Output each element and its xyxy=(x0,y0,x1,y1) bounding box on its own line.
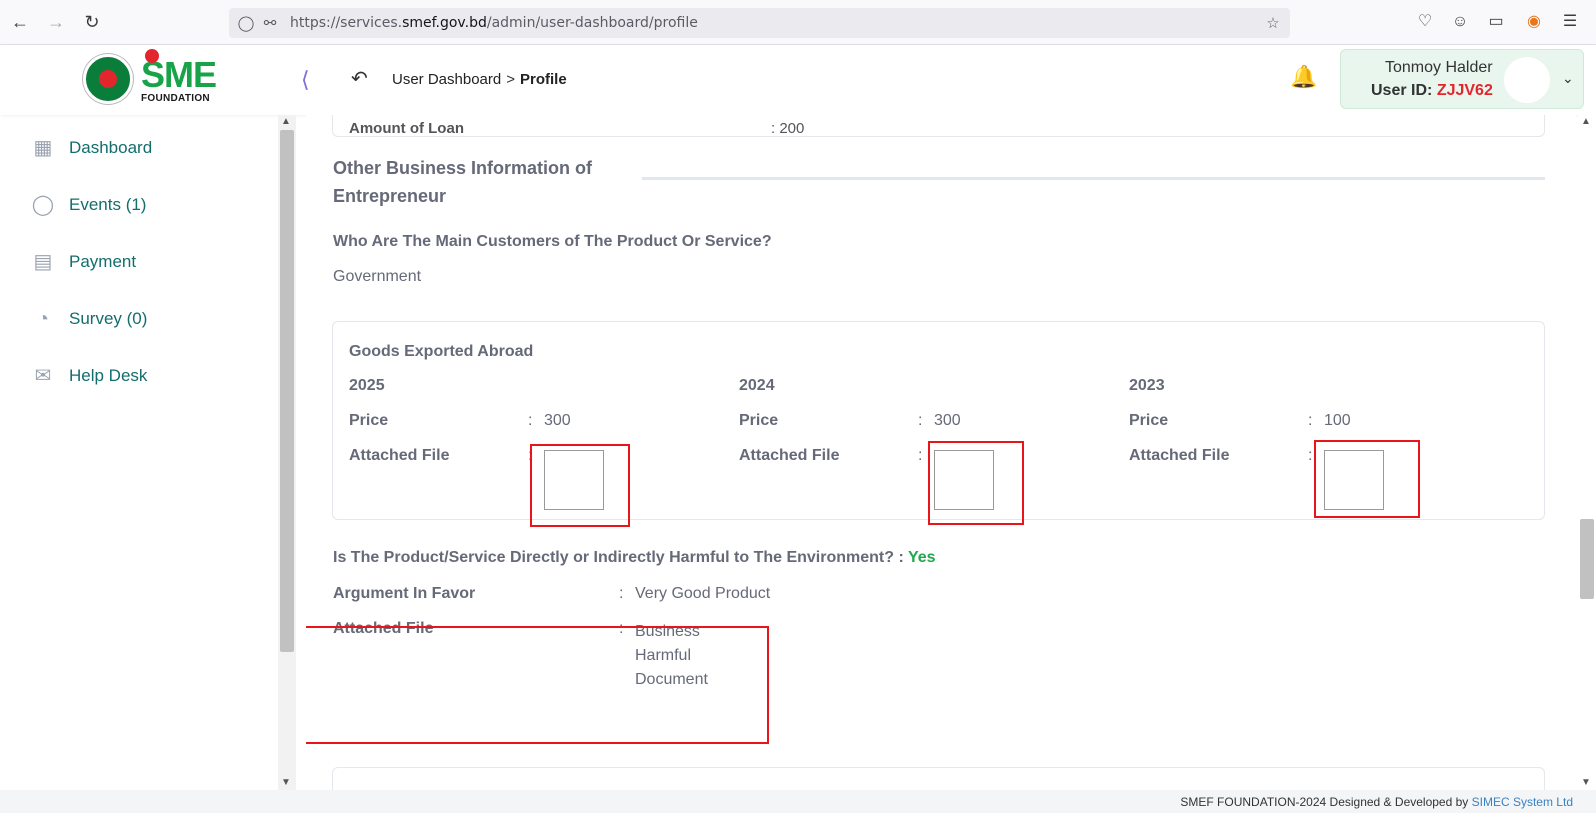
attached-file-label: Attached File xyxy=(1129,447,1230,464)
extensions-icon[interactable]: ▭ xyxy=(1486,12,1506,32)
notification-bell-icon[interactable]: 🔔 xyxy=(1290,64,1317,90)
loan-amount-value: : 200 xyxy=(771,120,805,137)
page-scrollbar-thumb[interactable] xyxy=(1580,519,1594,599)
price-label: Price xyxy=(1129,412,1169,429)
sidebar-collapse-icon[interactable]: ⟨ xyxy=(301,67,310,93)
avatar[interactable] xyxy=(1504,57,1550,103)
argument-label: Argument In Favor xyxy=(333,585,476,602)
scroll-up-arrow-icon[interactable]: ▲ xyxy=(1581,116,1591,127)
money-icon: ▤ xyxy=(33,251,53,273)
goods-title: Goods Exported Abroad xyxy=(349,343,534,360)
highlight-box xyxy=(306,626,769,744)
sidebar-item-label: Help Desk xyxy=(69,366,148,385)
grid-icon: ▦ xyxy=(33,137,53,159)
reload-icon[interactable]: ↻ xyxy=(82,12,102,32)
undo-back-icon[interactable]: ↶ xyxy=(351,66,368,91)
breadcrumb-parent[interactable]: User Dashboard xyxy=(392,71,501,88)
price-value: 300 xyxy=(544,412,571,429)
shield-icon[interactable]: ◯ xyxy=(237,14,255,32)
footer-developer-link[interactable]: SIMEC System Ltd xyxy=(1472,795,1573,809)
menu-icon[interactable]: ☰ xyxy=(1560,12,1580,32)
year-label: 2023 xyxy=(1129,377,1165,394)
padlock-icon[interactable]: ⚯ xyxy=(261,14,279,32)
loan-card: Amount of Loan : 200 xyxy=(332,115,1545,137)
pocket-icon[interactable]: ♡ xyxy=(1415,12,1435,32)
app-header: SME FOUNDATION ⟨ ↶ User Dashboard > Profil… xyxy=(0,45,1596,115)
sidebar-item-dashboard[interactable]: ▦ Dashboard xyxy=(31,133,153,163)
scroll-down-arrow-icon[interactable]: ▼ xyxy=(1581,777,1591,788)
loan-amount-label: Amount of Loan xyxy=(349,120,464,137)
breadcrumb-current: Profile xyxy=(519,71,567,88)
customers-question: Who Are The Main Customers of The Produc… xyxy=(333,233,772,250)
price-value: 100 xyxy=(1324,412,1351,429)
section-title: Other Business Information of Entreprene… xyxy=(333,158,593,206)
browser-toolbar: ← → ↻ ◯ ⚯ https://services.smef.gov.bd/a… xyxy=(0,0,1596,45)
scroll-up-arrow-icon[interactable]: ▲ xyxy=(281,116,291,127)
year-label: 2025 xyxy=(349,377,385,394)
sidebar-item-label: Dashboard xyxy=(69,138,153,157)
next-card xyxy=(332,767,1545,790)
colon: : xyxy=(918,412,923,429)
sidebar-scrollbar-thumb[interactable] xyxy=(280,130,294,652)
user-name: Tonmoy Halder xyxy=(1385,59,1493,76)
highlight-box xyxy=(530,444,630,527)
url-text[interactable]: https://services.smef.gov.bd/admin/user-… xyxy=(290,15,698,31)
sidebar-item-label: Survey (0) xyxy=(69,309,148,328)
colon: : xyxy=(918,447,923,464)
highlight-box xyxy=(1314,440,1420,518)
price-label: Price xyxy=(349,412,389,429)
sidebar-item-payment[interactable]: ▤ Payment xyxy=(31,247,137,277)
highlight-box xyxy=(928,441,1024,525)
user-menu[interactable]: Tonmoy Halder User ID: ZJJV62 ⌄ xyxy=(1340,49,1584,109)
attached-file-label: Attached File xyxy=(349,447,450,464)
argument-value: Very Good Product xyxy=(635,585,771,602)
breadcrumb-separator: > xyxy=(506,71,515,88)
sidebar-item-label: Events (1) xyxy=(69,195,147,214)
scroll-down-arrow-icon[interactable]: ▼ xyxy=(281,777,291,788)
mail-icon: ✉ xyxy=(34,365,52,387)
attached-file-label: Attached File xyxy=(739,447,840,464)
bookmark-star-icon[interactable]: ☆ xyxy=(1264,14,1282,32)
footer-text: SMEF FOUNDATION-2024 Designed & Develope… xyxy=(1180,795,1573,809)
forward-arrow-icon[interactable]: → xyxy=(46,12,66,32)
sme-logo[interactable]: SME xyxy=(141,49,217,93)
colon: : xyxy=(528,412,533,429)
page-scrollbar[interactable] xyxy=(1578,115,1596,790)
price-value: 300 xyxy=(934,412,961,429)
colon: : xyxy=(619,585,624,602)
address-bar[interactable]: ◯ ⚯ https://services.smef.gov.bd/admin/u… xyxy=(229,8,1290,38)
sidebar-item-survey[interactable]: ◔ Survey (0) xyxy=(31,304,147,334)
back-arrow-icon[interactable]: ← xyxy=(10,12,30,32)
sidebar-item-events[interactable]: ◯ Events (1) xyxy=(31,190,147,220)
main-content: Amount of Loan : 200 Other Business Info… xyxy=(306,115,1576,790)
section-divider xyxy=(642,177,1545,180)
year-label: 2024 xyxy=(739,377,775,394)
colon: : xyxy=(1308,412,1313,429)
price-label: Price xyxy=(739,412,779,429)
breadcrumb: User Dashboard > Profile xyxy=(392,71,567,88)
lock-circle-icon: ◯ xyxy=(31,194,55,216)
harm-answer: Yes xyxy=(907,549,936,566)
user-id: User ID: ZJJV62 xyxy=(1371,82,1493,99)
harm-question: Is The Product/Service Directly or Indir… xyxy=(333,549,936,566)
sidebar: ▦ Dashboard ◯ Events (1) ▤ Payment ◔ Sur… xyxy=(6,123,272,790)
logo-subtext: FOUNDATION xyxy=(141,93,210,104)
government-emblem-logo xyxy=(83,54,133,104)
chevron-down-icon[interactable]: ⌄ xyxy=(1562,70,1574,87)
customers-answer: Government xyxy=(333,268,422,285)
account-icon[interactable]: ☺ xyxy=(1450,12,1470,32)
pie-chart-icon: ◔ xyxy=(36,308,50,330)
footer: SMEF FOUNDATION-2024 Designed & Develope… xyxy=(0,790,1596,813)
extension-badge-icon[interactable]: ◉ xyxy=(1524,12,1544,32)
sidebar-item-help-desk[interactable]: ✉ Help Desk xyxy=(31,361,148,391)
colon: : xyxy=(1308,447,1313,464)
sidebar-item-label: Payment xyxy=(69,252,137,271)
